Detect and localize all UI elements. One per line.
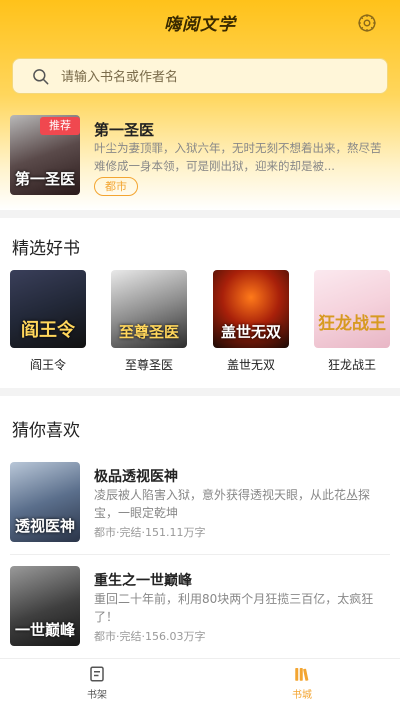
search-input[interactable] [61,65,361,89]
settings-button[interactable] [356,12,378,34]
cover-title-art: 透视医神 [14,517,75,535]
genre-tag[interactable]: 都市 [94,177,138,196]
featured-book[interactable]: 阎王令 阎王令 [10,270,86,373]
cover-title-art: 盖世无双 [220,323,281,341]
book-description: 叶尘为妻顶罪，入狱六年，无时无刻不想着出来，熬尽苦难修成一身本领，可是刚出狱，迎… [94,141,382,173]
book-name[interactable]: 狂龙战王 [314,356,390,373]
featured-books: 阎王令 阎王令 至尊圣医 至尊圣医 盖世无双 盖世无双 狂龙战王 狂龙战王 [0,270,400,380]
bookstore-icon [295,668,309,681]
featured-book[interactable]: 至尊圣医 至尊圣医 [111,270,187,373]
recommend-badge: 推荐 [40,117,80,135]
cover-title-art: 一世巅峰 [14,621,75,639]
list-item[interactable]: 一世巅峰 重生之一世巅峰 重回二十年前，利用80块两个月狂揽三百亿，太疯狂了！ … [10,566,390,652]
book-description: 凌辰被人陷害入狱，意外获得透视天眼，从此花丛探宝，一眼定乾坤 [94,488,371,520]
featured-book[interactable]: 狂龙战王 狂龙战王 [314,270,390,373]
section-separator [0,210,400,218]
tab-bookstore[interactable]: 书城 [272,665,332,701]
book-title[interactable]: 极品透视医神 [94,466,178,486]
book-cover[interactable]: 阎王令 [10,270,86,348]
recommended-book[interactable]: 第一圣医 推荐 第一圣医 叶尘为妻顶罪，入狱六年，无时无刻不想着出来，熬尽苦难修… [10,115,390,197]
book-description: 重回二十年前，利用80块两个月狂揽三百亿，太疯狂了！ [94,592,374,624]
cover-title-art: 阎王令 [21,320,75,341]
bottom-tab-bar: 书架 书城 [0,658,400,704]
book-name[interactable]: 至尊圣医 [111,356,187,373]
featured-book[interactable]: 盖世无双 盖世无双 [213,270,289,373]
app-title: 嗨阅文学 [164,15,236,35]
book-meta: 都市·完结·156.03万字 [94,630,206,643]
book-cover[interactable]: 至尊圣医 [111,270,187,348]
list-item[interactable]: 透视医神 极品透视医神 凌辰被人陷害入狱，意外获得透视天眼，从此花丛探宝，一眼定… [10,462,390,548]
tab-label: 书城 [292,690,312,701]
cover-title-art: 狂龙战王 [318,314,386,334]
book-meta: 都市·完结·151.11万字 [94,526,206,539]
book-cover[interactable]: 透视医神 [10,462,80,542]
bookshelf-icon [90,666,104,682]
cover-title-art: 至尊圣医 [118,323,179,341]
tab-bookshelf[interactable]: 书架 [67,665,127,701]
list-divider [10,554,390,555]
book-title[interactable]: 第一圣医 [94,119,154,140]
guess-section-title: 猜你喜欢 [12,421,80,441]
book-cover[interactable]: 一世巅峰 [10,566,80,646]
cover-title-art: 第一圣医 [14,170,75,188]
section-separator [0,388,400,396]
book-name[interactable]: 阎王令 [10,356,86,373]
tab-label: 书架 [87,690,107,701]
gear-icon [358,14,376,32]
book-cover[interactable]: 狂龙战王 [314,270,390,348]
search-bar[interactable] [12,58,388,94]
search-icon [33,69,49,85]
book-title[interactable]: 重生之一世巅峰 [94,570,192,590]
featured-section-title: 精选好书 [12,239,80,259]
book-cover[interactable]: 盖世无双 [213,270,289,348]
book-name[interactable]: 盖世无双 [213,356,289,373]
